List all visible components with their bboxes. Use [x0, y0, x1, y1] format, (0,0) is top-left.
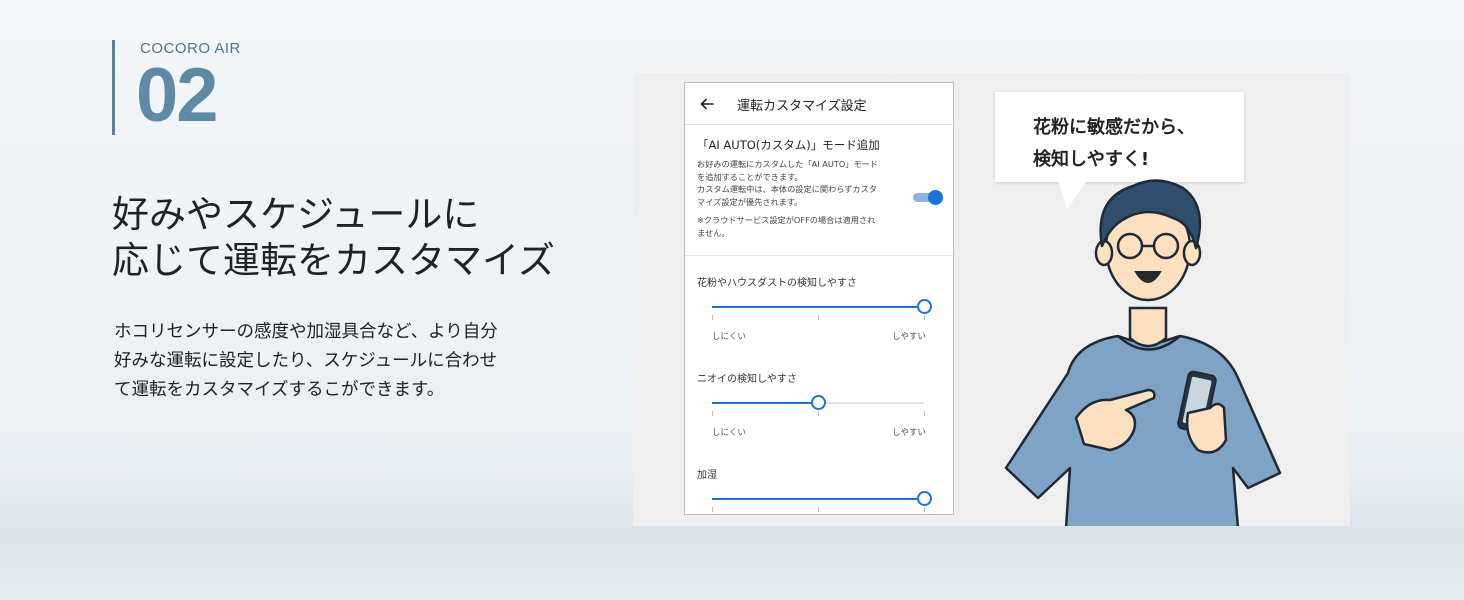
slider-tick	[712, 315, 713, 320]
back-arrow-icon[interactable]	[699, 96, 715, 112]
description-line: お好みの運転にカスタムした「AI AUTO」モード	[697, 159, 879, 169]
note-line: ※クラウドサービス設定がOFFの場合は適用され	[697, 215, 876, 225]
headline-line-1: 好みやスケジュールに	[112, 193, 480, 236]
slider-max-label: しやすい	[892, 428, 926, 438]
slider-max-label: しやすい	[892, 332, 926, 342]
page-headline: 好みやスケジュールに 応じて運転をカスタマイズ	[112, 192, 592, 284]
slider-handle[interactable]	[811, 395, 826, 410]
ai-auto-custom-title: 「AI AUTO(カスタム)」モード追加	[697, 138, 880, 152]
feature-description: ホコリセンサーの感度や加湿具合など、より自分 好みな運転に設定したり、スケジュー…	[114, 318, 584, 405]
description-line: マイズ設定が優先されます。	[697, 196, 803, 207]
slider-tick	[712, 411, 713, 416]
left-ear	[1094, 239, 1114, 267]
note-line: ません。	[697, 227, 730, 238]
app-title: 運転カスタマイズ設定	[737, 99, 867, 114]
slider-track[interactable]	[712, 395, 925, 416]
ai-auto-custom-section: 「AI AUTO(カスタム)」モード追加 お好みの運転にカスタムした「AI AU…	[685, 125, 953, 256]
ai-auto-custom-toggle[interactable]	[913, 190, 943, 205]
slider-tick	[818, 411, 819, 416]
slider-min-label: しにくい	[712, 332, 746, 342]
slider-tick	[818, 507, 819, 512]
shirt-body	[1004, 334, 1282, 526]
headline-line-2: 応じて運転をカスタマイズ	[112, 239, 555, 282]
cloud-service-note: ※クラウドサービス設定がOFFの場合は適用され ません。	[697, 214, 897, 239]
brand-accent-bar	[112, 40, 115, 135]
slider-label: ニオイの検知しやすさ	[697, 374, 797, 385]
slider-handle[interactable]	[917, 491, 932, 506]
slider-tick	[818, 315, 819, 320]
slider-min-label: しにくい	[712, 428, 746, 438]
description-line-3: て運転をカスタマイズするこができます。	[114, 380, 445, 400]
ai-auto-custom-description: お好みの運転にカスタムした「AI AUTO」モード を追加することができます。 …	[697, 158, 897, 208]
slider-fill	[712, 306, 924, 308]
description-line: を追加することができます。	[697, 171, 803, 182]
description-line: カスタム運転中は、本体の設定に関わらずカスタ	[697, 184, 877, 194]
slider-label: 花粉やハウスダストの検知しやすさ	[697, 278, 857, 289]
speech-bubble-text: 花粉に敏感だから、 検知しやすく!	[1033, 112, 1195, 176]
slider-tick	[712, 507, 713, 512]
feature-number: 02	[136, 53, 219, 138]
speech-line-1: 花粉に敏感だから、	[1033, 117, 1195, 138]
slider-fill	[712, 498, 924, 500]
slider-track[interactable]	[712, 491, 932, 512]
holding-hand	[1185, 402, 1228, 454]
slider-handle[interactable]	[917, 299, 932, 314]
illustration-panel: 運転カスタマイズ設定 「AI AUTO(カスタム)」モード追加 お好みの運転にカ…	[633, 73, 1350, 526]
app-screen: 運転カスタマイズ設定 「AI AUTO(カスタム)」モード追加 お好みの運転にカ…	[684, 82, 954, 515]
neck	[1128, 306, 1168, 348]
slider-label: 加湿	[697, 470, 717, 481]
description-line-2: 好みな運転に設定したり、スケジュールに合わせ	[114, 351, 498, 371]
toggle-knob	[928, 190, 943, 205]
slider-tick	[924, 411, 925, 416]
slider-fill	[712, 402, 818, 404]
man-with-smartphone-illustration	[1004, 179, 1282, 526]
slider-pollen-dust: 花粉やハウスダストの検知しやすさ しにくい しやすい	[685, 256, 953, 352]
description-line-1: ホコリセンサーの感度や加湿具合など、より自分	[114, 322, 498, 342]
slider-tick	[924, 507, 925, 512]
slider-odor: ニオイの検知しやすさ しにくい しやすい	[685, 352, 953, 448]
slider-track[interactable]	[712, 299, 932, 320]
slider-tick	[924, 315, 925, 320]
app-header: 運転カスタマイズ設定	[685, 83, 953, 125]
slider-humidify: 加湿	[685, 448, 953, 514]
